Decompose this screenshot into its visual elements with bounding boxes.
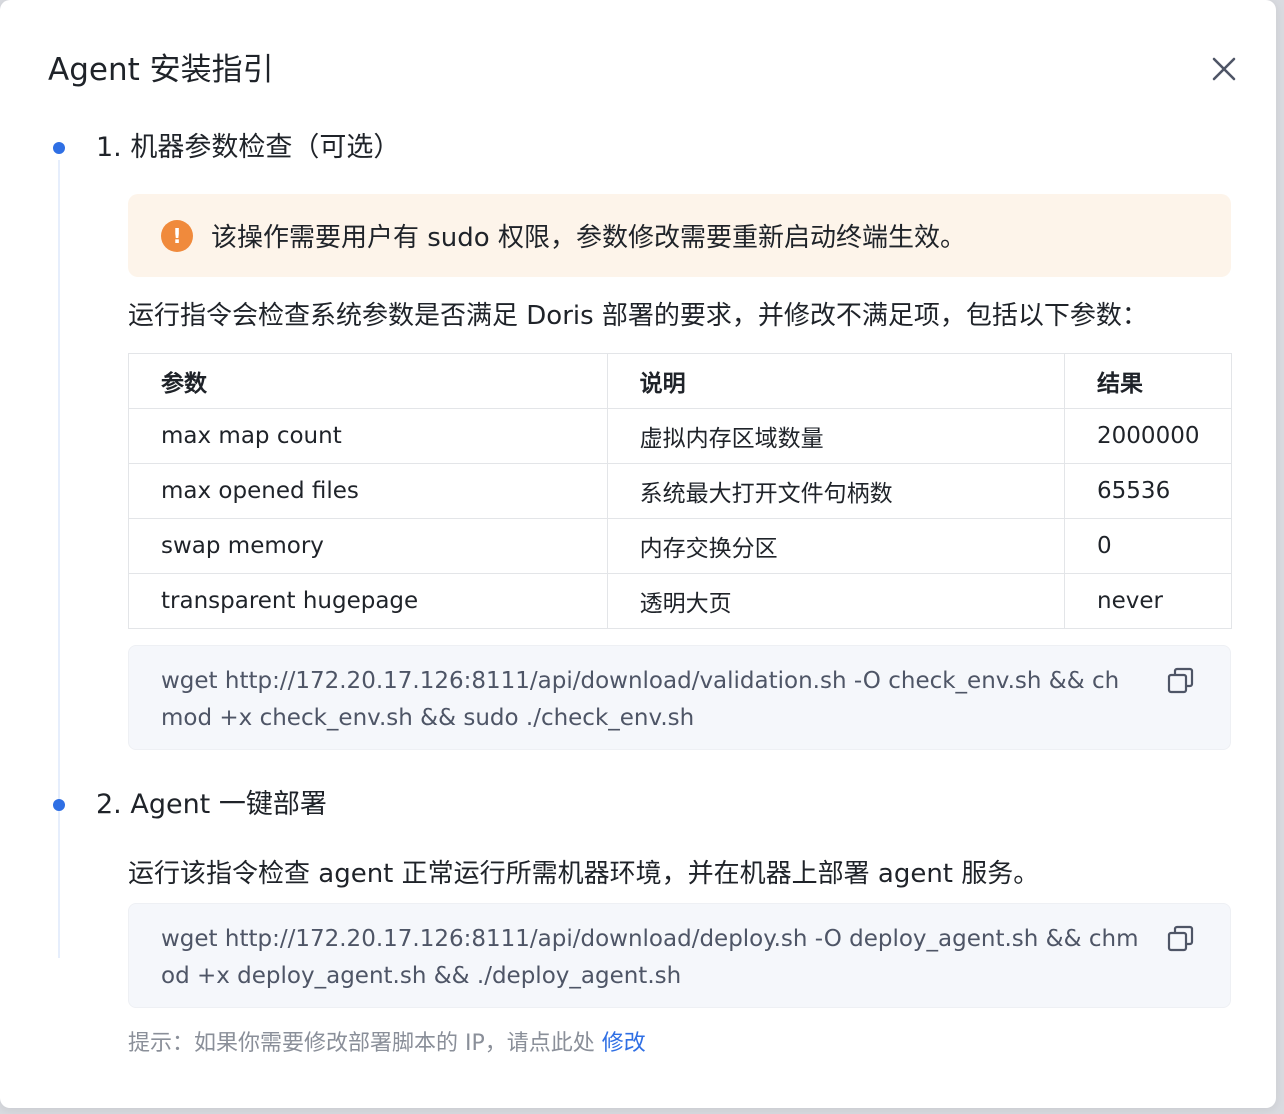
param-result-cell: never: [1064, 573, 1232, 629]
close-icon[interactable]: [1207, 52, 1241, 86]
params-table: 参数 说明 结果 max map count 虚拟内存区域数量 2000000 …: [128, 353, 1232, 629]
table-row: max map count 虚拟内存区域数量 2000000: [128, 408, 1232, 464]
step2-dot: [53, 799, 65, 811]
param-name-cell: max map count: [128, 408, 608, 464]
ip-hint: 提示：如果你需要修改部署脚本的 IP，请点此处 修改: [128, 1028, 646, 1060]
param-name-cell: swap memory: [128, 518, 608, 574]
agent-install-guide-modal: Agent 安装指引 1. 机器参数检查（可选） ! 该操作需要用户有 sudo…: [0, 0, 1276, 1108]
modal-title: Agent 安装指引: [48, 52, 274, 88]
param-description-cell: 系统最大打开文件句柄数: [606, 463, 1066, 519]
step2-description: 运行该指令检查 agent 正常运行所需机器环境，并在机器上部署 agent 服…: [128, 859, 1040, 889]
param-name-cell: transparent hugepage: [128, 573, 608, 629]
copy-icon[interactable]: [1166, 924, 1196, 954]
sudo-warning-alert: ! 该操作需要用户有 sudo 权限，参数修改需要重新启动终端生效。: [128, 194, 1231, 277]
table-row: swap memory 内存交换分区 0: [128, 518, 1232, 574]
deploy-agent-command-text[interactable]: wget http://172.20.17.126:8111/api/downl…: [161, 926, 1138, 989]
param-result-cell: 0: [1064, 518, 1232, 574]
close-button[interactable]: [1207, 52, 1241, 86]
copy-icon[interactable]: [1166, 666, 1196, 696]
deploy-agent-command-block[interactable]: wget http://172.20.17.126:8111/api/downl…: [128, 903, 1231, 1008]
table-row: max opened files 系统最大打开文件句柄数 65536: [128, 463, 1232, 519]
step1-title: 1. 机器参数检查（可选）: [96, 132, 401, 163]
copy-check-env-command-button[interactable]: [1166, 666, 1196, 696]
check-env-command-block[interactable]: wget http://172.20.17.126:8111/api/downl…: [128, 645, 1231, 750]
table-row: transparent hugepage 透明大页 never: [128, 573, 1232, 629]
table-header-row: 参数 说明 结果: [128, 353, 1232, 409]
table-header-description: 说明: [606, 353, 1066, 409]
table-header-param: 参数: [128, 353, 608, 409]
table-header-result: 结果: [1064, 353, 1232, 409]
step1-dot: [53, 142, 65, 154]
steps-timeline-line: [58, 160, 60, 958]
param-description-cell: 透明大页: [606, 573, 1066, 629]
step1-description: 运行指令会检查系统参数是否满足 Doris 部署的要求，并修改不满足项，包括以下…: [128, 301, 1148, 331]
param-name-cell: max opened files: [128, 463, 608, 519]
param-result-cell: 65536: [1064, 463, 1232, 519]
param-result-cell: 2000000: [1064, 408, 1232, 464]
check-env-command-text[interactable]: wget http://172.20.17.126:8111/api/downl…: [161, 668, 1119, 731]
copy-deploy-command-button[interactable]: [1166, 924, 1196, 954]
modify-ip-link[interactable]: 修改: [602, 1031, 646, 1056]
hint-text: 提示：如果你需要修改部署脚本的 IP，请点此处: [128, 1031, 602, 1056]
param-description-cell: 内存交换分区: [606, 518, 1066, 574]
exclamation-circle-icon: !: [161, 219, 193, 252]
alert-text: 该操作需要用户有 sudo 权限，参数修改需要重新启动终端生效。: [211, 223, 966, 253]
param-description-cell: 虚拟内存区域数量: [606, 408, 1066, 464]
step2-title: 2. Agent 一键部署: [96, 789, 327, 820]
